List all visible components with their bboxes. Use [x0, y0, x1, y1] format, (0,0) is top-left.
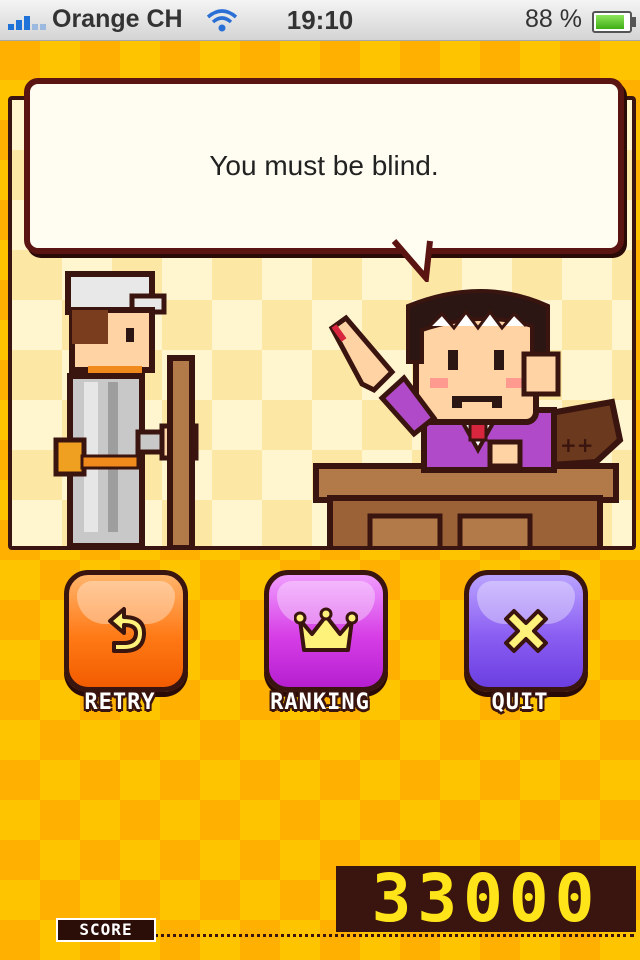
- quit-label: QUIT: [491, 690, 549, 715]
- score-divider: [154, 934, 634, 937]
- score-value: 33000: [336, 866, 636, 932]
- speech-bubble: You must be blind.: [24, 78, 624, 254]
- crown-icon: [294, 607, 358, 652]
- svg-text:++: ++: [560, 433, 594, 457]
- judge-character: [328, 289, 561, 473]
- quit-button[interactable]: [464, 570, 588, 692]
- ranking-label: RANKING: [270, 690, 370, 715]
- retry-arrow-icon: [108, 607, 146, 653]
- speech-bubble-tail: [392, 238, 433, 282]
- close-x-icon: [504, 609, 548, 653]
- ranking-button[interactable]: [264, 570, 388, 692]
- retry-button[interactable]: [64, 570, 188, 692]
- score-label: SCORE: [56, 918, 156, 942]
- dialog-text: You must be blind.: [209, 150, 439, 181]
- battery-icon: [592, 11, 636, 33]
- retry-label: RETRY: [84, 690, 156, 715]
- judge-desk: [313, 463, 619, 546]
- battery-percent: 88 %: [525, 5, 582, 33]
- status-bar: Orange CH 19:10 88 %: [0, 0, 640, 41]
- worker-character: [53, 271, 199, 546]
